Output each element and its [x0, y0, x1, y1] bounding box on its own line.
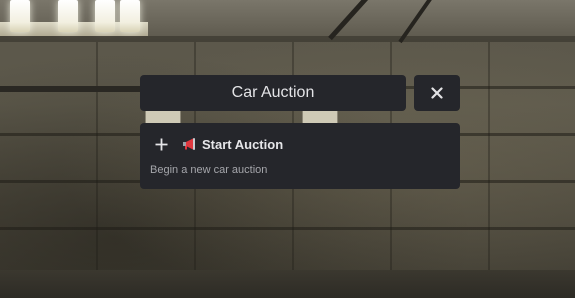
plus-icon	[154, 137, 168, 151]
menu-item-description: Begin a new car auction	[150, 164, 268, 176]
close-icon	[431, 87, 443, 99]
close-button[interactable]	[414, 75, 460, 111]
menu-item-title: Start Auction	[202, 136, 284, 152]
ceiling-lamp	[10, 0, 30, 32]
floor	[0, 270, 575, 298]
menu-item-header: Start Auction	[150, 134, 450, 154]
menu-header: Car Auction	[140, 75, 460, 111]
menu-title: Car Auction	[140, 75, 406, 111]
megaphone-icon	[182, 137, 196, 151]
wall-pipe	[0, 86, 150, 92]
ceiling-lamp	[58, 0, 78, 32]
car-auction-menu: Car Auction Start Auction Begin a new ca…	[140, 75, 460, 189]
ceiling-lamp	[95, 0, 115, 32]
menu-item-start-auction[interactable]: Start Auction Begin a new car auction	[140, 123, 460, 189]
ceiling-lamp	[120, 0, 140, 32]
